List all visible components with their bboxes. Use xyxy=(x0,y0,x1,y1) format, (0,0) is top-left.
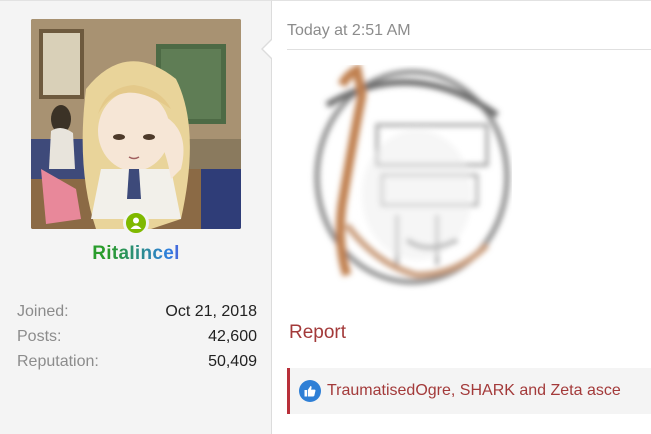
stat-label: Joined: xyxy=(17,303,69,320)
post-image[interactable] xyxy=(287,65,512,291)
stat-label: Reputation: xyxy=(17,353,99,370)
report-link[interactable]: Report xyxy=(289,322,346,344)
stat-joined: Joined: Oct 21, 2018 xyxy=(17,302,257,327)
likes-bar: TraumatisedOgre, SHARK and Zeta asce xyxy=(287,368,651,414)
username[interactable]: RitaIincel xyxy=(0,243,272,265)
message-body: Today at 2:51 AM Report TraumatisedOgre,… xyxy=(272,0,651,434)
stat-reputation: Reputation: 50,409 xyxy=(17,352,257,377)
user-stats: Joined: Oct 21, 2018 Posts: 42,600 Reput… xyxy=(17,302,257,377)
stat-value: 50,409 xyxy=(208,353,257,370)
divider xyxy=(287,49,651,50)
thumbs-up-icon xyxy=(299,380,321,402)
post-timestamp[interactable]: Today at 2:51 AM xyxy=(287,22,411,40)
stat-value: 42,600 xyxy=(208,328,257,345)
avatar[interactable] xyxy=(31,19,241,229)
online-status-icon xyxy=(123,210,149,236)
user-panel: RitaIincel Joined: Oct 21, 2018 Posts: 4… xyxy=(0,0,272,434)
stat-posts: Posts: 42,600 xyxy=(17,327,257,352)
avatar-image xyxy=(31,19,241,229)
likes-summary[interactable]: TraumatisedOgre, SHARK and Zeta asce xyxy=(327,382,621,400)
stat-value: Oct 21, 2018 xyxy=(165,303,257,320)
post-container: RitaIincel Joined: Oct 21, 2018 Posts: 4… xyxy=(0,0,651,434)
stat-label: Posts: xyxy=(17,328,62,345)
